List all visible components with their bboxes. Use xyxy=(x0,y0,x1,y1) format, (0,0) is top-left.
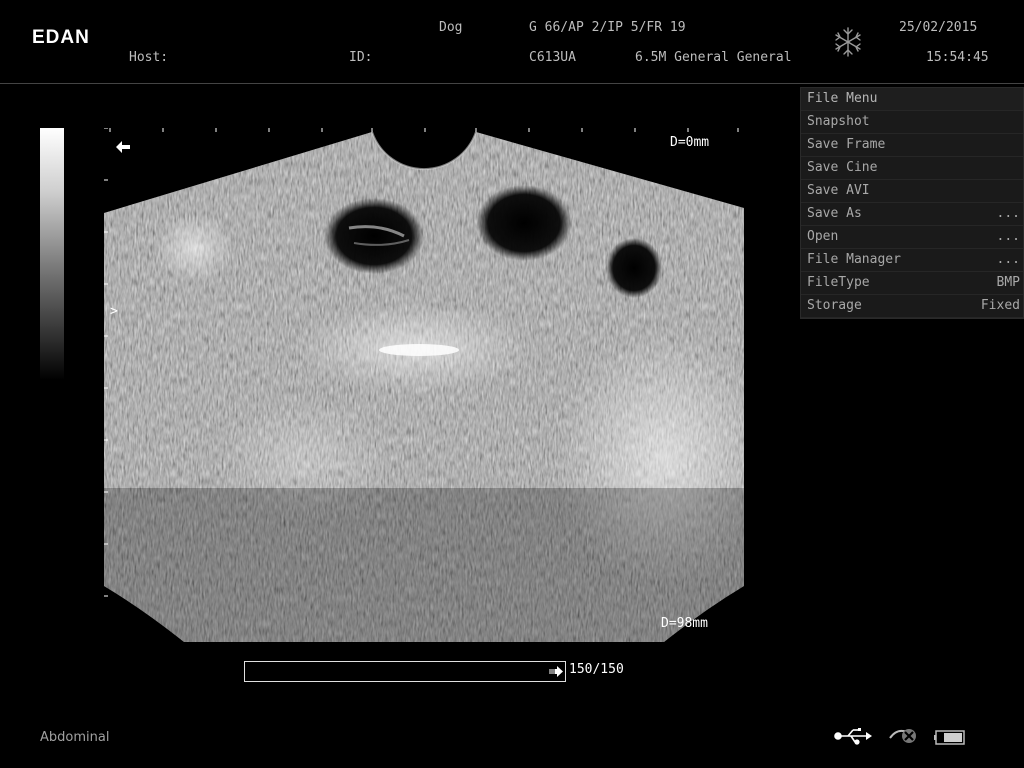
file-menu: File Menu Snapshot Save Frame Save Cine … xyxy=(800,87,1024,319)
date-display: 25/02/2015 xyxy=(899,20,978,35)
depth-top-label: D=0mm xyxy=(670,135,710,150)
menu-item-save-frame[interactable]: Save Frame xyxy=(801,134,1023,157)
snowflake-icon xyxy=(835,27,861,57)
arrow-left-icon xyxy=(116,141,130,153)
focus-marker: > xyxy=(110,304,118,319)
file-menu-title: File Menu xyxy=(801,88,1023,111)
ultrasound-image xyxy=(104,128,744,642)
exam-preset: 6.5M General General xyxy=(635,50,792,65)
grayscale-bar xyxy=(40,128,64,380)
depth-bottom-label: D=98mm xyxy=(661,616,708,631)
patient-type: Dog xyxy=(439,20,463,35)
exam-type: Abdominal xyxy=(40,730,110,745)
menu-item-open[interactable]: Open... xyxy=(801,226,1023,249)
time-display: 15:54:45 xyxy=(926,50,989,65)
menu-item-save-cine[interactable]: Save Cine xyxy=(801,157,1023,180)
header-divider xyxy=(0,83,1024,84)
id-label: ID: xyxy=(349,50,373,65)
battery-icon xyxy=(934,730,965,745)
host-label: Host: xyxy=(129,50,169,65)
cine-position-marker[interactable] xyxy=(548,665,564,678)
imaging-params: G 66/AP 2/IP 5/FR 19 xyxy=(529,20,686,35)
menu-item-file-manager[interactable]: File Manager... xyxy=(801,249,1023,272)
menu-item-storage[interactable]: Storage Fixed xyxy=(801,295,1023,318)
probe-name: C613UA xyxy=(529,50,576,65)
cine-progress-bar[interactable] xyxy=(244,661,566,682)
menu-item-filetype[interactable]: FileType BMP xyxy=(801,272,1023,295)
brand-logo: EDAN xyxy=(32,27,90,48)
network-icon xyxy=(889,729,916,743)
menu-item-snapshot[interactable]: Snapshot xyxy=(801,111,1023,134)
cine-frame-count: 150/150 xyxy=(569,662,624,677)
usb-icon xyxy=(834,728,872,745)
menu-item-save-as[interactable]: Save As... xyxy=(801,203,1023,226)
menu-item-save-avi[interactable]: Save AVI xyxy=(801,180,1023,203)
